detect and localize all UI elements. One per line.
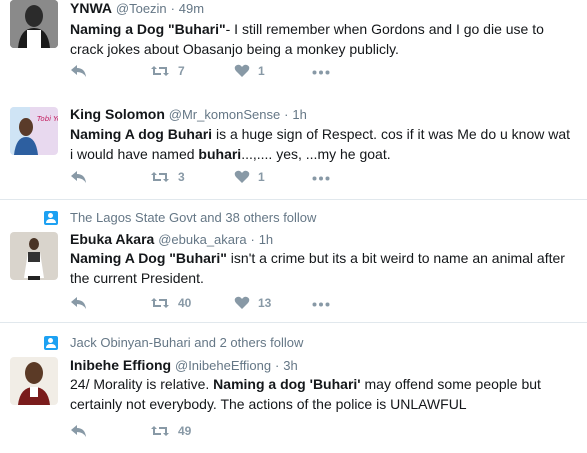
tweet-header: King Solomon @Mr_komonSense · 1h bbox=[70, 106, 307, 122]
highlight: Naming A dog Buhari bbox=[70, 126, 213, 142]
avatar-photo-icon: Tobi You bbox=[10, 107, 58, 155]
more-button[interactable] bbox=[312, 70, 330, 75]
avatar[interactable] bbox=[10, 0, 58, 48]
tweet-actions: 40 13 bbox=[70, 296, 370, 316]
timestamp[interactable]: 1h bbox=[259, 232, 273, 247]
social-context-text[interactable]: The Lagos State Govt and 38 others follo… bbox=[70, 210, 316, 225]
avatar-photo-icon bbox=[10, 0, 58, 48]
highlight: Naming a Dog "Buhari" bbox=[70, 21, 226, 37]
retweet-button[interactable]: 7 bbox=[150, 64, 185, 78]
like-button[interactable]: 1 bbox=[234, 170, 265, 184]
more-dots-icon bbox=[312, 70, 330, 75]
highlight: buhari bbox=[198, 146, 242, 162]
heart-icon bbox=[234, 296, 250, 309]
reply-icon bbox=[71, 297, 86, 309]
tweet-4[interactable]: Jack Obinyan-Buhari and 2 others follow … bbox=[0, 323, 587, 453]
avatar-caption: Tobi You bbox=[37, 115, 58, 123]
retweet-count: 7 bbox=[178, 64, 185, 78]
tweet-text: Naming A Dog "Buhari" isn't a crime but … bbox=[70, 250, 565, 286]
retweet-icon bbox=[151, 66, 169, 76]
tweet-text: Naming A dog Buhari is a huge sign of Re… bbox=[70, 126, 571, 162]
tweet-1[interactable]: YNWA @Toezin · 49m Naming a Dog "Buhari"… bbox=[0, 0, 587, 101]
retweet-icon bbox=[151, 298, 169, 308]
like-count: 1 bbox=[258, 64, 265, 78]
avatar-photo-icon bbox=[10, 357, 58, 405]
timestamp[interactable]: 49m bbox=[179, 1, 204, 16]
tweet-text: Naming a Dog "Buhari"- I still remember … bbox=[70, 21, 544, 57]
social-context: The Lagos State Govt and 38 others follo… bbox=[44, 210, 316, 225]
retweet-button[interactable]: 40 bbox=[150, 296, 191, 310]
display-name[interactable]: King Solomon bbox=[70, 106, 165, 122]
display-name[interactable]: YNWA bbox=[70, 0, 112, 16]
tweet-actions: 49 bbox=[70, 424, 370, 444]
user-handle[interactable]: @InibeheEffiong bbox=[175, 358, 271, 373]
display-name[interactable]: Ebuka Akara bbox=[70, 231, 154, 247]
reply-button[interactable] bbox=[70, 64, 88, 78]
tweet-3[interactable]: The Lagos State Govt and 38 others follo… bbox=[0, 200, 587, 323]
reply-icon bbox=[71, 65, 86, 77]
retweet-count: 40 bbox=[178, 296, 192, 310]
tweet-header: YNWA @Toezin · 49m bbox=[70, 0, 204, 16]
user-handle[interactable]: @ebuka_akara bbox=[158, 232, 246, 247]
avatar[interactable] bbox=[10, 232, 58, 280]
tweet-actions: 7 1 bbox=[70, 64, 370, 84]
more-button[interactable] bbox=[312, 176, 330, 181]
like-button[interactable]: 13 bbox=[234, 296, 271, 310]
follow-context-icon bbox=[44, 335, 58, 350]
tweet-header: Ebuka Akara @ebuka_akara · 1h bbox=[70, 231, 273, 247]
tweet-text: 24/ Morality is relative. Naming a dog '… bbox=[70, 376, 541, 412]
retweet-button[interactable]: 49 bbox=[150, 424, 191, 438]
retweet-icon bbox=[151, 172, 169, 182]
retweet-count: 49 bbox=[178, 424, 192, 438]
more-dots-icon bbox=[312, 176, 330, 181]
retweet-button[interactable]: 3 bbox=[150, 170, 185, 184]
highlight: Naming a dog 'Buhari' bbox=[213, 376, 361, 392]
timestamp[interactable]: 1h bbox=[292, 107, 306, 122]
reply-icon bbox=[71, 425, 86, 437]
separator: · bbox=[284, 107, 289, 122]
more-dots-icon bbox=[312, 302, 330, 307]
reply-button[interactable] bbox=[70, 296, 88, 310]
avatar-photo-icon bbox=[10, 232, 58, 280]
separator: · bbox=[170, 1, 175, 16]
like-button[interactable]: 1 bbox=[234, 64, 265, 78]
like-count: 1 bbox=[258, 170, 265, 184]
heart-icon bbox=[234, 64, 250, 77]
heart-icon bbox=[234, 170, 250, 183]
user-handle[interactable]: @Toezin bbox=[116, 1, 167, 16]
social-context-text[interactable]: Jack Obinyan-Buhari and 2 others follow bbox=[70, 335, 303, 350]
reply-button[interactable] bbox=[70, 424, 88, 438]
like-count: 13 bbox=[258, 296, 272, 310]
reply-button[interactable] bbox=[70, 170, 88, 184]
follow-context-icon bbox=[44, 210, 58, 225]
user-handle[interactable]: @Mr_komonSense bbox=[169, 107, 280, 122]
display-name[interactable]: Inibehe Effiong bbox=[70, 357, 171, 373]
tweet-actions: 3 1 bbox=[70, 170, 370, 190]
reply-icon bbox=[71, 171, 86, 183]
avatar[interactable]: Tobi You bbox=[10, 107, 58, 155]
social-context: Jack Obinyan-Buhari and 2 others follow bbox=[44, 335, 303, 350]
avatar[interactable] bbox=[10, 357, 58, 405]
separator: · bbox=[274, 358, 280, 373]
tweet-header: Inibehe Effiong @InibeheEffiong · 3h bbox=[70, 357, 298, 373]
highlight: Naming A Dog "Buhari" bbox=[70, 250, 227, 266]
separator: · bbox=[250, 232, 255, 247]
retweet-count: 3 bbox=[178, 170, 185, 184]
more-button[interactable] bbox=[312, 302, 330, 307]
retweet-icon bbox=[151, 426, 169, 436]
tweet-2[interactable]: Tobi You King Solomon @Mr_komonSense · 1… bbox=[0, 100, 587, 200]
timestamp[interactable]: 3h bbox=[283, 358, 297, 373]
